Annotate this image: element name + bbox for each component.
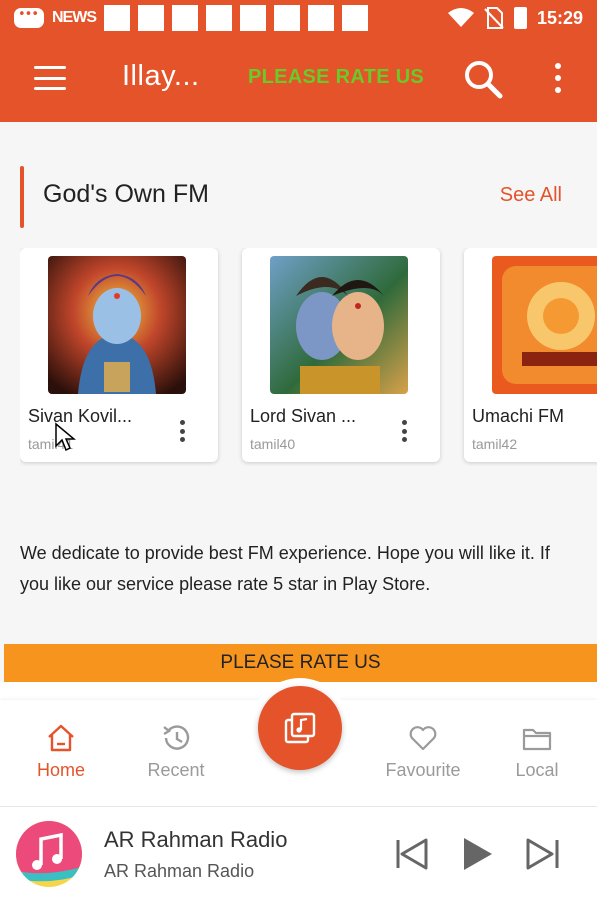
station-carousel[interactable]: Sivan Kovil... tamil41 Lord Sivan ... ta… [20, 248, 597, 466]
station-card[interactable]: Sivan Kovil... tamil41 [20, 248, 218, 462]
now-playing-subtitle: AR Rahman Radio [104, 861, 255, 881]
heart-icon [409, 726, 437, 751]
section-accent-bar [20, 166, 24, 228]
play-icon[interactable] [458, 835, 498, 873]
station-name: Lord Sivan ... [250, 406, 357, 426]
shiva-image [48, 256, 186, 394]
station-id: tamil42 [472, 436, 518, 452]
nav-item-local[interactable]: Local [482, 722, 592, 782]
no-sim-icon [484, 7, 504, 29]
home-icon [48, 724, 74, 752]
nav-item-favourite[interactable]: Favourite [368, 722, 478, 782]
menu-icon[interactable] [34, 66, 66, 90]
news-notification-label: NEWS [52, 9, 97, 26]
card-more-icon[interactable] [180, 420, 186, 442]
mini-player[interactable]: AR Rahman Radio AR Rahman Radio [0, 806, 597, 900]
umachi-image [492, 256, 597, 394]
next-icon[interactable] [524, 835, 564, 873]
notification-icon [138, 5, 164, 31]
nav-item-home[interactable]: Home [6, 722, 116, 782]
nav-label: Recent [147, 760, 205, 780]
main-content: God's Own FM See All Sivan Kovil... tami… [0, 122, 597, 682]
see-all-link[interactable]: See All [500, 184, 562, 207]
app-bar: Illay... PLEASE RATE US [0, 36, 597, 122]
section-header: God's Own FM See All [18, 162, 578, 230]
bottom-navigation: Home Recent Favourite Local [0, 678, 597, 806]
message-notification-icon [14, 7, 44, 28]
card-more-icon[interactable] [402, 420, 408, 442]
nav-item-recent[interactable]: Recent [121, 722, 231, 782]
rate-us-link[interactable]: PLEASE RATE US [248, 66, 424, 89]
description-text: We dedicate to provide best FM experienc… [20, 543, 550, 594]
folder-icon [522, 728, 552, 751]
nav-label: Home [36, 760, 85, 780]
battery-icon [513, 7, 527, 29]
nav-label: Favourite [385, 760, 461, 780]
notification-icon [104, 5, 130, 31]
station-name: Umachi FM [472, 406, 565, 426]
station-card[interactable]: Lord Sivan ... tamil40 [242, 248, 440, 462]
search-icon[interactable] [462, 58, 504, 100]
notification-icon [240, 5, 266, 31]
notification-icon [274, 5, 300, 31]
now-playing-title: AR Rahman Radio [104, 827, 288, 852]
section-title: God's Own FM [43, 180, 209, 208]
music-library-icon [284, 712, 316, 744]
station-id: tamil40 [250, 436, 296, 452]
station-name: Sivan Kovil... [28, 406, 133, 426]
nav-label: Local [515, 760, 559, 780]
more-options-icon[interactable] [553, 63, 563, 93]
music-library-button[interactable] [258, 686, 342, 770]
notification-icon [342, 5, 368, 31]
wifi-icon [447, 8, 474, 27]
now-playing-artwork [16, 821, 82, 887]
notification-icon [308, 5, 334, 31]
history-icon [163, 725, 190, 750]
status-bar: NEWS 15:29 [0, 0, 597, 36]
status-notifications: NEWS [14, 5, 368, 31]
notification-icon [206, 5, 232, 31]
shiva-parvati-image [270, 256, 408, 394]
status-time: 15:29 [536, 7, 583, 28]
app-title: Illay... [122, 60, 200, 92]
mouse-cursor-icon [55, 422, 76, 452]
station-card[interactable]: Umachi FM tamil42 [464, 248, 597, 462]
rate-us-banner[interactable]: PLEASE RATE US [4, 644, 597, 682]
previous-icon[interactable] [392, 835, 432, 873]
notification-icon [172, 5, 198, 31]
